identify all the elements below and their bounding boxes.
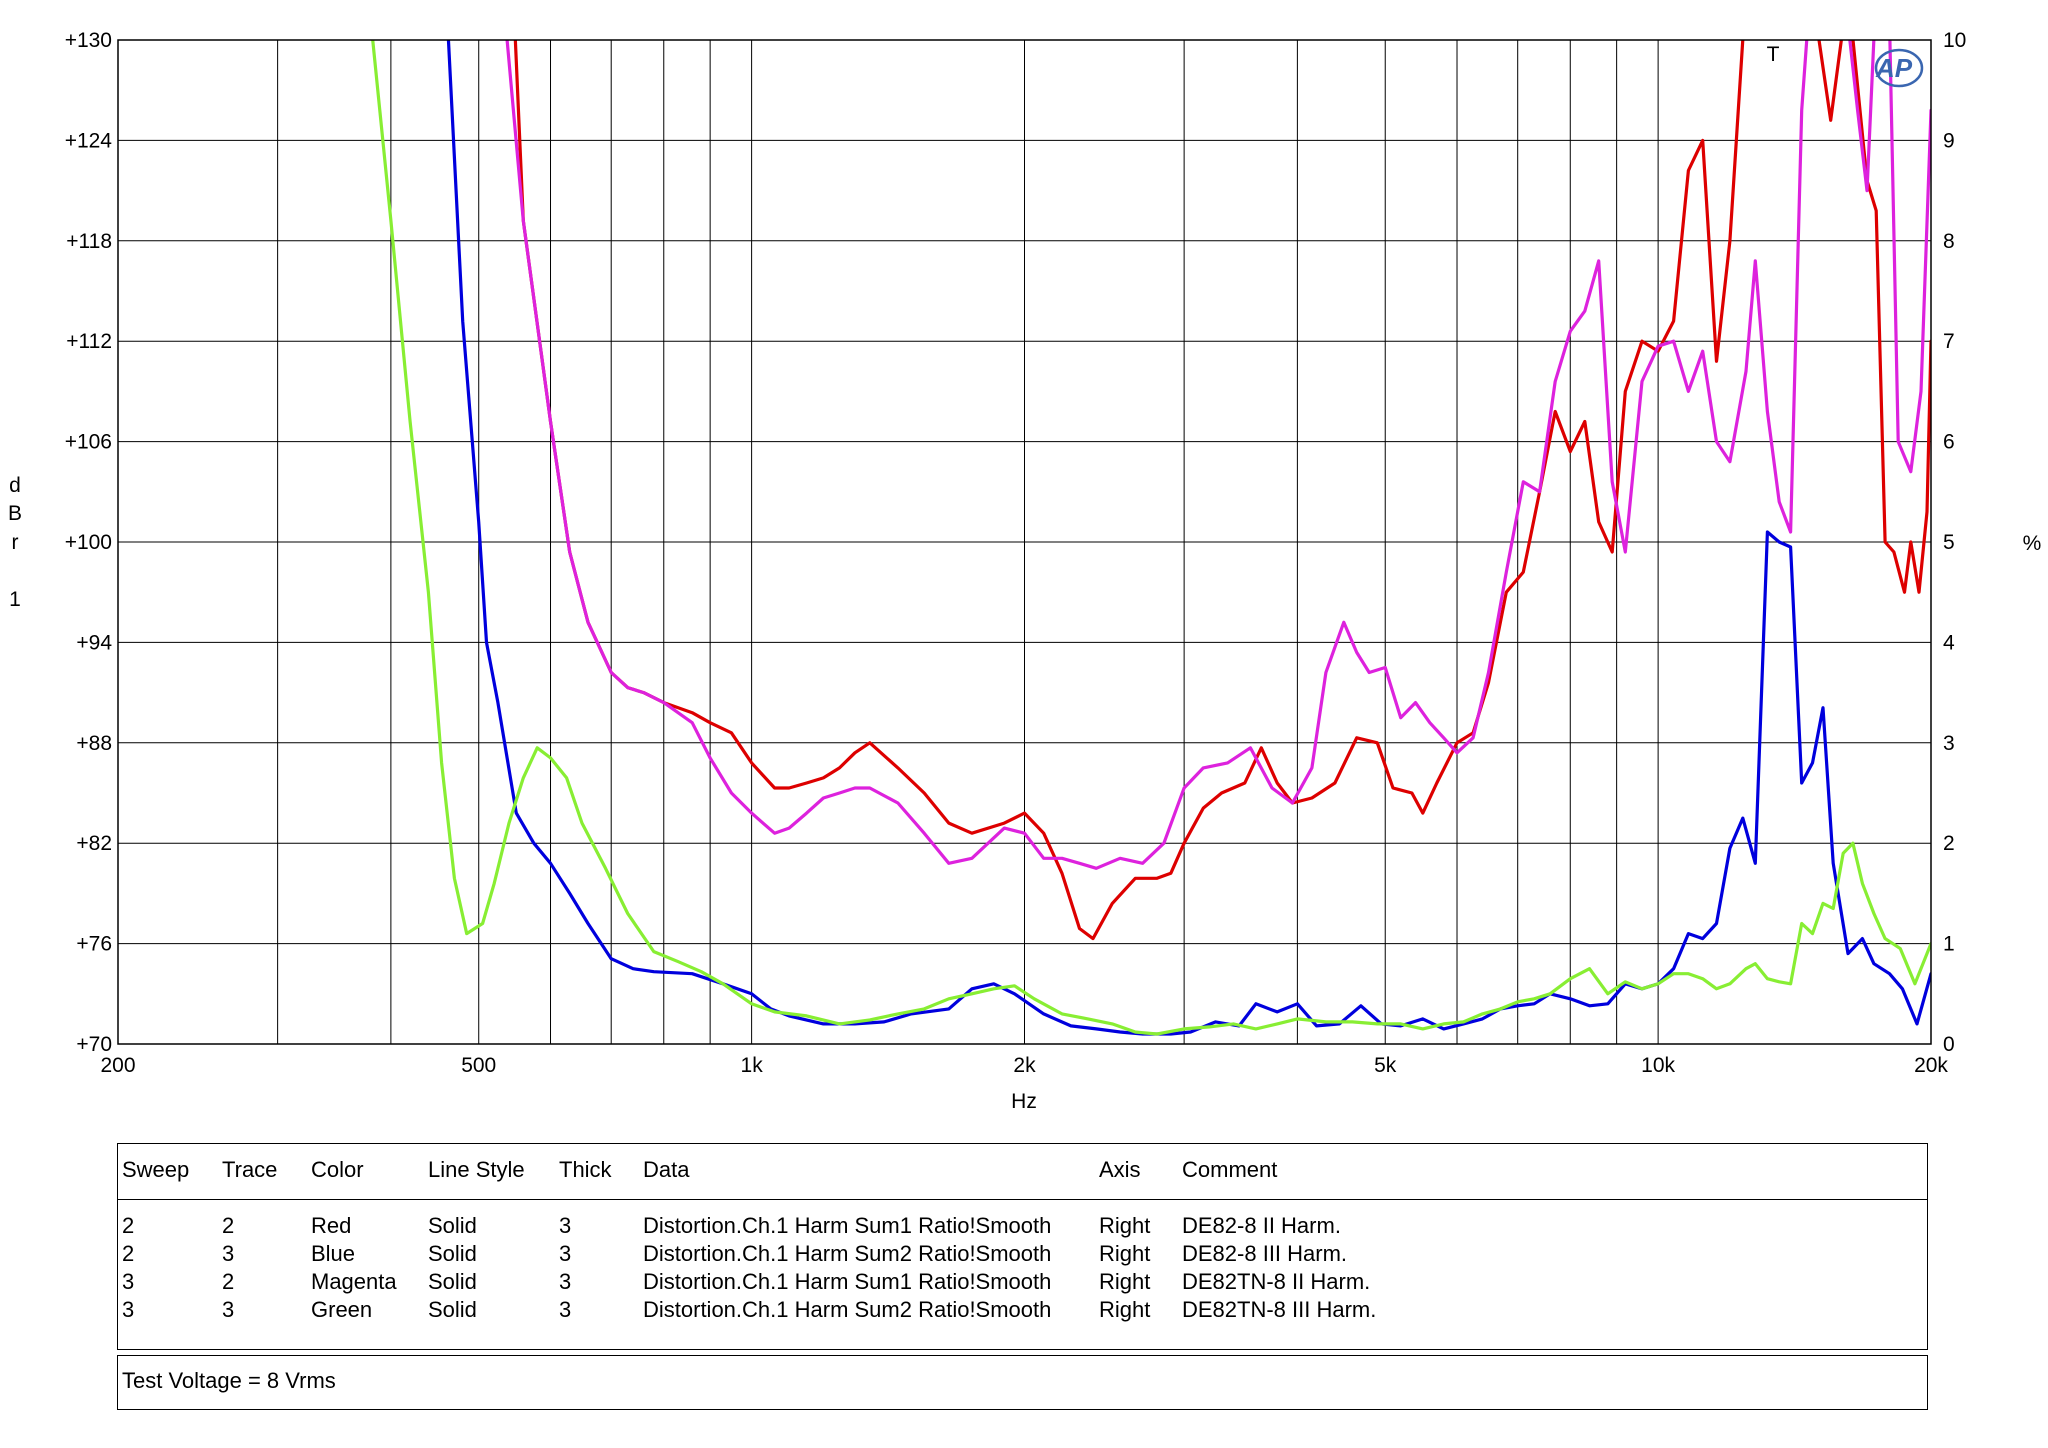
y-left-label-d: d: [9, 474, 21, 497]
legend-sweep: 3: [122, 1297, 135, 1322]
legend-data: Distortion.Ch.1 Harm Sum1 Ratio!Smooth: [643, 1213, 1052, 1238]
legend-sweep: 3: [122, 1269, 135, 1294]
y-left-tick-label: +100: [65, 531, 112, 554]
distortion-chart: +70+76+82+88+94+100+106+112+118+124+130 …: [8, 29, 2042, 1113]
legend-trace: 2: [222, 1269, 235, 1294]
x-tick-label: 200: [100, 1054, 135, 1077]
y-right-tick-label: 9: [1943, 129, 1955, 152]
legend-header-sweep: Sweep: [122, 1157, 190, 1182]
y-left-tick-label: +94: [76, 631, 112, 654]
y-left-ticks: +70 +76 +82 +88 +94 +100 +106 +112 +118 +124 +130: [65, 29, 113, 1056]
ap-logo-icon: AP: [1874, 48, 1924, 88]
y-left-label-1: 1: [9, 588, 21, 611]
y-left-label-b: B: [8, 502, 22, 525]
y-right-label: %: [2023, 532, 2042, 555]
x-axis-label: Hz: [1011, 1090, 1037, 1113]
y-left-tick-label: +88: [76, 732, 112, 755]
legend-header-trace: Trace: [222, 1157, 278, 1182]
legend-thick: 3: [559, 1241, 572, 1266]
legend-line-style: Solid: [428, 1269, 477, 1294]
y-right-tick-label: 5: [1943, 531, 1955, 554]
legend-thick: 3: [559, 1213, 572, 1238]
series-line-de82tn-8-ii-harm: [505, 40, 1931, 870]
legend-header-row: Sweep Trace Color Line Style Thick Data …: [118, 1144, 1927, 1200]
t-marker: T: [1767, 43, 1780, 66]
legend-thick: 3: [559, 1297, 572, 1322]
legend-comment: DE82-8 III Harm.: [1182, 1241, 1348, 1266]
y-right-tick-label: 3: [1943, 732, 1955, 755]
x-tick-label: 20k: [1914, 1054, 1948, 1077]
y-right-tick-label: 4: [1943, 631, 1955, 654]
y-left-tick-label: +124: [65, 129, 113, 152]
series-line-de82tn-8-iii-harm: [371, 40, 1931, 1036]
x-tick-label: 5k: [1374, 1054, 1397, 1077]
legend-data: Distortion.Ch.1 Harm Sum2 Ratio!Smooth: [643, 1241, 1052, 1266]
y-left-tick-label: +70: [76, 1033, 112, 1056]
y-right-tick-label: 8: [1943, 230, 1955, 253]
x-tick-label: 2k: [1013, 1054, 1036, 1077]
y-left-tick-label: +130: [65, 29, 112, 52]
test-note-box: Test Voltage = 8 Vrms: [117, 1355, 1928, 1410]
legend-color: Green: [311, 1297, 373, 1322]
legend-header-line-style: Line Style: [428, 1157, 525, 1182]
y-left-tick-label: +112: [66, 330, 112, 353]
legend-axis: Right: [1099, 1269, 1151, 1294]
y-right-tick-label: 1: [1943, 933, 1955, 956]
legend-data: Distortion.Ch.1 Harm Sum2 Ratio!Smooth: [643, 1297, 1052, 1322]
y-left-tick-label: +82: [76, 832, 112, 855]
legend-color: Magenta: [311, 1269, 397, 1294]
legend-header-comment: Comment: [1182, 1157, 1278, 1182]
legend-color: Red: [311, 1213, 352, 1238]
legend-thick: 3: [559, 1269, 572, 1294]
legend-header-thick: Thick: [559, 1157, 612, 1182]
legend-comment: DE82TN-8 III Harm.: [1182, 1297, 1377, 1322]
series-layer: [371, 40, 1931, 1036]
legend-comment: DE82-8 II Harm.: [1182, 1213, 1341, 1238]
legend-comment: DE82TN-8 II Harm.: [1182, 1269, 1371, 1294]
y-right-ticks: 0 1 2 3 4 5 6 7 8 9 10: [1943, 29, 1966, 1056]
legend-axis: Right: [1099, 1213, 1151, 1238]
legend-data: Distortion.Ch.1 Harm Sum1 Ratio!Smooth: [643, 1269, 1052, 1294]
legend-sweep: 2: [122, 1213, 135, 1238]
legend-trace: 3: [222, 1241, 235, 1266]
legend-table: Sweep Trace Color Line Style Thick Data …: [117, 1143, 1928, 1350]
plot-grid: [117, 39, 1932, 1045]
x-tick-label: 500: [461, 1054, 496, 1077]
legend-header-color: Color: [311, 1157, 364, 1182]
legend-header-data: Data: [643, 1157, 690, 1182]
y-left-tick-label: +106: [65, 431, 112, 454]
svg-text:AP: AP: [1875, 53, 1913, 83]
y-left-tick-label: +76: [76, 933, 112, 956]
y-right-tick-label: 10: [1943, 29, 1966, 52]
legend-line-style: Solid: [428, 1297, 477, 1322]
legend-trace: 2: [222, 1213, 235, 1238]
test-voltage-note: Test Voltage = 8 Vrms: [122, 1368, 336, 1393]
y-right-tick-label: 2: [1943, 832, 1955, 855]
x-tick-label: 10k: [1641, 1054, 1675, 1077]
y-right-tick-label: 7: [1943, 330, 1955, 353]
x-ticks: 200 500 1k 2k 5k 10k 20k: [100, 1054, 1948, 1077]
legend-line-style: Solid: [428, 1241, 477, 1266]
legend-color: Blue: [311, 1241, 356, 1266]
legend-sweep: 2: [122, 1241, 135, 1266]
legend-axis: Right: [1099, 1241, 1151, 1266]
series-line-de82-8-iii-harm: [446, 40, 1931, 1036]
y-right-tick-label: 0: [1943, 1033, 1955, 1056]
legend-line-style: Solid: [428, 1213, 477, 1238]
legend-trace: 3: [222, 1297, 235, 1322]
legend-header-axis: Axis: [1099, 1157, 1141, 1182]
y-left-label-r: r: [12, 531, 19, 554]
legend-axis: Right: [1099, 1297, 1151, 1322]
x-tick-label: 1k: [741, 1054, 764, 1077]
y-left-tick-label: +118: [66, 230, 112, 253]
y-right-tick-label: 6: [1943, 431, 1955, 454]
